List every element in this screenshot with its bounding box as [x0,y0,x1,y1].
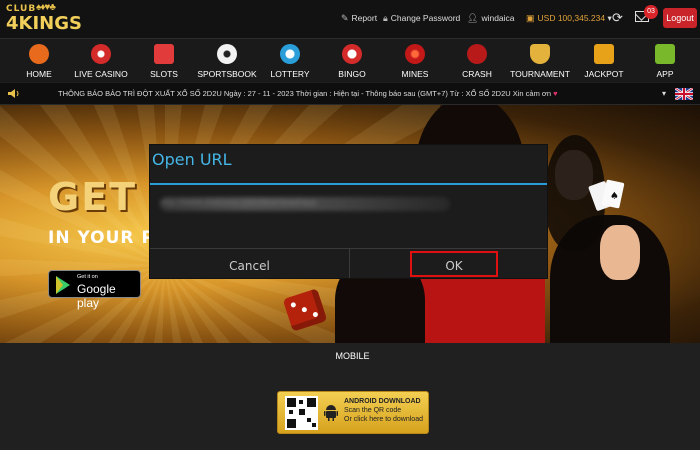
dice-pip [312,311,319,318]
google-play-icon-accent [56,276,63,294]
lock-icon: 🔒︎ [383,13,388,23]
nav-item-app[interactable]: APP [650,39,680,83]
home-icon [29,44,49,64]
change-password-label: Change Password [390,13,461,23]
android-download-sub1: Scan the QR code [344,407,402,414]
uk-flag-icon[interactable] [675,88,693,100]
wallet-icon: ▣ [526,13,535,23]
qr-block [307,398,316,407]
soccer-ball-icon [217,44,237,64]
club4kings-logo[interactable]: CLUB ♠♦♥♣ 4KINGS [6,2,86,35]
nav-item-tournament[interactable]: TOURNAMENT [509,39,571,83]
dialog-button-separator [349,248,350,278]
balance-dropdown[interactable]: ▣ USD 100,345.234 ▾ [526,13,612,24]
nav-item-sportsbook[interactable]: SPORTSBOOK [196,39,258,83]
rocket-icon [467,44,487,64]
speaker-icon [8,89,19,98]
nav-item-live-casino[interactable]: LIVE CASINO [74,39,128,83]
poker-chip-icon [91,44,111,64]
nav-label-app: APP [656,69,674,79]
android-download-sub2: Or click here to download [344,416,423,423]
nav-label-mines: MINES [401,69,429,79]
nav-label-lottery: LOTTERY [270,69,310,79]
qr-block [289,410,293,414]
username: windaica [481,13,515,23]
qr-block [299,400,303,404]
nav-label-home: HOME [26,69,52,79]
user-icon: 👤︎ [467,13,479,23]
download-arrow-icon [655,44,675,64]
mobile-section-title: MOBILE [335,351,370,361]
ticker-message: THÔNG BÁO BẢO TRÌ ĐỘT XUẤT XỔ SỐ 2D2U Ng… [58,89,558,98]
model-arm-right [600,225,640,280]
nav-item-mines[interactable]: MINES [396,39,434,83]
nav-label-jackpot: JACKPOT [584,69,624,79]
main-nav: HOME LIVE CASINO SLOTS SPORTSBOOK LOTTER… [0,38,700,82]
announcement-ticker: THÔNG BÁO BẢO TRÌ ĐỘT XUẤT XỔ SỐ 2D2U Ng… [0,83,700,105]
nav-label-bingo: BINGO [338,69,366,79]
balance-value: USD 100,345.234 [537,13,606,23]
mine-icon [405,44,425,64]
gplay-small-text: Get it on [77,274,98,280]
dialog-url-text[interactable]: http://www.clubxxxx.com/download/app [160,197,450,211]
user-menu[interactable]: 👤︎ windaica [467,13,515,24]
svg-text:♠: ♠ [610,191,619,202]
qr-block [287,419,296,428]
logo-kings-text: 4KINGS [6,13,82,34]
nav-item-slots[interactable]: SLOTS [145,39,183,83]
dice-pip [301,306,308,313]
android-icon [324,405,338,421]
dialog-title-divider [150,183,547,185]
change-password-link[interactable]: 🔒︎ Change Password [383,13,460,24]
dialog-title: Open URL [152,150,232,169]
nav-label-crash: CRASH [462,69,492,79]
gplay-big-text: Google play [77,282,116,310]
dice-pip [290,301,297,309]
report-label: Report [351,13,378,23]
lottery-ball-icon [280,44,300,64]
jackpot-777-icon [594,44,614,64]
qr-block [307,418,311,422]
nav-item-lottery[interactable]: LOTTERY [268,39,312,83]
nav-label-sportsbook: SPORTSBOOK [197,69,257,79]
mobile-section: MOBILE ANDROID DOWNLOAD Scan the QR code… [0,343,700,450]
edit-icon: ✎ [341,13,349,23]
mail-count-badge: 03 [644,5,658,19]
bingo-ball-icon [342,44,362,64]
qr-block [299,409,305,415]
cancel-button[interactable]: Cancel [150,249,349,278]
nav-item-jackpot[interactable]: JACKPOT [583,39,625,83]
report-link[interactable]: ✎ Report [341,13,377,24]
slot-machine-icon [154,44,174,64]
android-download-title: ANDROID DOWNLOAD [344,398,421,405]
qr-block [287,398,296,407]
refresh-icon[interactable]: ⟳ [612,10,623,26]
qr-code-icon [285,396,318,430]
chevron-down-icon[interactable]: ▾ [662,89,666,98]
android-download-button[interactable]: ANDROID DOWNLOAD Scan the QR code Or cli… [277,391,429,434]
logout-button[interactable]: Logout [663,8,697,28]
qr-block [312,423,316,427]
google-play-badge[interactable]: Get it on Google play [48,270,141,310]
nav-label-live-casino: LIVE CASINO [74,69,128,79]
nav-item-crash[interactable]: CRASH [458,39,496,83]
heart-icon: ♥ [553,89,558,98]
trophy-icon [530,44,550,64]
nav-label-tournament: TOURNAMENT [510,69,570,79]
nav-item-bingo[interactable]: BINGO [333,39,371,83]
top-header: CLUB ♠♦♥♣ 4KINGS ✎ Report 🔒︎ Change Passwo… [0,0,700,38]
logo-suits: ♠♦♥♣ [36,2,56,13]
nav-label-slots: SLOTS [150,69,178,79]
ok-button[interactable]: OK [410,251,498,277]
playing-cards-icon: ♠ [588,179,625,211]
open-url-dialog: Open URL http://www.clubxxxx.com/downloa… [150,145,547,278]
nav-item-home[interactable]: HOME [20,39,58,83]
ticker-text: THÔNG BÁO BẢO TRÌ ĐỘT XUẤT XỔ SỐ 2D2U Ng… [58,89,552,98]
